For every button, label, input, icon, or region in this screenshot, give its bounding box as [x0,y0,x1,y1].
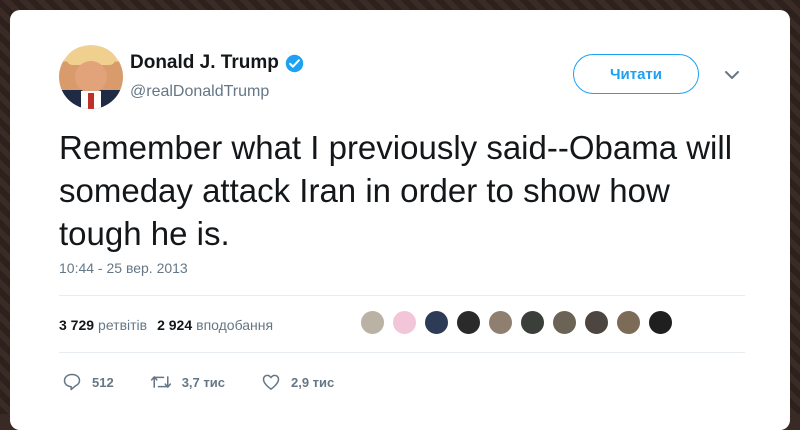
tweet-text: Remember what I previously said--Obama w… [59,129,733,252]
liker-avatar[interactable] [487,309,514,336]
likers-avatars [359,309,679,336]
retweets-count: 3 729 [59,317,95,333]
liker-avatar[interactable] [583,309,610,336]
tweet-timestamp[interactable]: 10:44 - 25 вер. 2013 [59,260,188,276]
likes-label: вподобання [196,317,274,333]
divider [59,295,745,296]
reply-icon [63,373,81,391]
avatar-tie [88,93,94,109]
retweets-stat[interactable]: 3 729 ретвітів [59,317,147,333]
follow-button[interactable]: Читати [573,54,699,94]
retweet-action[interactable]: 3,7 тис [150,372,225,392]
likes-count: 2 924 [157,317,193,333]
retweet-icon [150,376,171,388]
like-action[interactable]: 2,9 тис [261,372,334,392]
liker-avatar[interactable] [551,309,578,336]
liker-avatar[interactable] [391,309,418,336]
tweet-actions: 512 3,7 тис 2,9 тис [62,372,370,392]
avatar[interactable] [59,45,123,109]
liker-avatar[interactable] [359,309,386,336]
user-name[interactable]: Donald J. Trump [130,52,279,74]
avatar-face [75,61,107,93]
chevron-down-icon[interactable] [723,68,741,82]
heart-icon [262,374,280,390]
verified-badge-icon [285,54,304,72]
likes-stat[interactable]: 2 924 вподобання [157,317,273,333]
liker-avatar[interactable] [615,309,642,336]
tweet-card: Donald J. Trump @realDonaldTrump Читати … [10,10,790,430]
like-count: 2,9 тис [290,374,335,390]
liker-avatar[interactable] [647,309,674,336]
liker-avatar[interactable] [455,309,482,336]
retweet-count: 3,7 тис [181,374,225,390]
tweet-stats: 3 729 ретвітів 2 924 вподобання [59,317,273,333]
user-handle[interactable]: @realDonaldTrump [130,83,269,101]
reply-action[interactable]: 512 [62,372,114,392]
reply-count: 512 [92,374,114,390]
divider [59,352,745,353]
retweets-label: ретвітів [98,317,148,333]
liker-avatar[interactable] [423,309,450,336]
user-name-row[interactable]: Donald J. Trump [130,52,304,74]
liker-avatar[interactable] [519,309,546,336]
